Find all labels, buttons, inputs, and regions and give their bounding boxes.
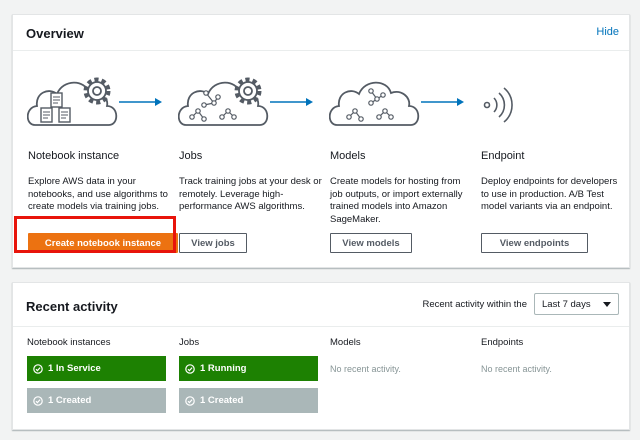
cloud-notebook-gear-icon [27, 77, 162, 126]
activity-col-notebook-instances: Notebook instances 1 In Service 1 Create… [27, 337, 167, 413]
in-service-badge[interactable]: 1 In Service [27, 356, 166, 381]
column-header: Jobs [179, 337, 200, 348]
badge-label: 1 Created [200, 395, 244, 406]
step-title: Notebook instance [28, 150, 120, 162]
running-badge[interactable]: 1 Running [179, 356, 318, 381]
activity-col-endpoints: Endpoints No recent activity. [481, 337, 621, 374]
view-models-button[interactable]: View models [330, 233, 412, 253]
check-circle-icon [33, 395, 43, 406]
range-label: Recent activity within the [422, 299, 527, 310]
recent-activity-header: Recent activity Recent activity within t… [13, 283, 629, 327]
step-title: Jobs [179, 150, 203, 162]
endpoint-broadcast-icon [483, 87, 513, 123]
cloud-jobs-gear-icon [178, 77, 313, 126]
overview-panel: Overview Hide Notebook instance Explore … [12, 14, 630, 268]
step-description: Deploy endpoints for developers to use i… [481, 176, 618, 213]
no-activity-text: No recent activity. [481, 364, 552, 374]
recent-activity-title: Recent activity [26, 299, 118, 314]
badge-label: 1 Created [48, 395, 92, 406]
view-jobs-button[interactable]: View jobs [179, 233, 247, 253]
time-range-select[interactable]: Last 7 days [534, 293, 619, 315]
recent-activity-panel: Recent activity Recent activity within t… [12, 282, 630, 430]
step-title: Endpoint [481, 150, 525, 162]
no-activity-text: No recent activity. [330, 364, 401, 374]
hide-link[interactable]: Hide [596, 26, 619, 38]
time-range-value: Last 7 days [542, 298, 591, 310]
badge-label: 1 Running [200, 363, 247, 374]
step-description: Create models for hosting from job outpu… [330, 176, 463, 225]
created-badge[interactable]: 1 Created [27, 388, 166, 413]
check-circle-icon [185, 395, 195, 406]
column-header: Endpoints [481, 337, 524, 348]
step-title: Models [330, 150, 366, 162]
view-endpoints-button[interactable]: View endpoints [481, 233, 588, 253]
highlight-annotation [14, 216, 176, 253]
activity-col-jobs: Jobs 1 Running 1 Created [179, 337, 319, 413]
badge-label: 1 In Service [48, 363, 101, 374]
check-circle-icon [33, 363, 43, 374]
step-description: Explore AWS data in your notebooks, and … [28, 176, 168, 213]
column-header: Models [330, 337, 361, 348]
overview-header: Overview Hide [13, 15, 629, 51]
column-header: Notebook instances [27, 337, 111, 348]
step-description: Track training jobs at your desk or remo… [179, 176, 322, 213]
overview-title: Overview [26, 26, 84, 41]
created-badge[interactable]: 1 Created [179, 388, 318, 413]
check-circle-icon [185, 363, 195, 374]
cloud-models-icon [329, 81, 464, 126]
caret-down-icon [603, 302, 611, 307]
activity-col-models: Models No recent activity. [330, 337, 470, 374]
